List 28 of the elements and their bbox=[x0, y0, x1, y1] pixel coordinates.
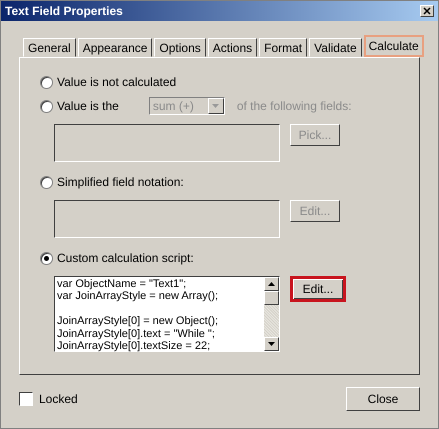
dropdown-arrow-icon bbox=[212, 104, 220, 108]
radio-button[interactable] bbox=[40, 252, 53, 264]
tab[interactable]: Validate bbox=[309, 38, 362, 57]
tab[interactable]: Actions bbox=[208, 38, 258, 57]
window-title: Text Field Properties bbox=[5, 4, 123, 18]
close-icon[interactable] bbox=[420, 5, 434, 17]
tab[interactable]: Options bbox=[154, 38, 206, 57]
radio-label: Simplified field notation: bbox=[57, 175, 184, 189]
checkbox[interactable] bbox=[19, 392, 33, 406]
script-text: var ObjectName = "Text1"; var JoinArrayStyle = new Array(); JoinArrayStyle[0] = new Object(); JoinArrayStyle[0].text = "While "; JoinArrayStyle[0].textSize = 22; bbox=[56, 277, 220, 351]
radio-button[interactable] bbox=[40, 76, 53, 88]
edit-button[interactable]: Edit... bbox=[290, 276, 346, 302]
radio-label: Custom calculation script: bbox=[57, 251, 194, 265]
fields-box[interactable] bbox=[54, 124, 280, 162]
tab[interactable]: General bbox=[23, 38, 76, 57]
fields-box[interactable] bbox=[54, 200, 280, 238]
radio-label: Value is not calculated bbox=[57, 75, 176, 89]
tab[interactable]: Appearance bbox=[78, 38, 152, 57]
scroll-bar[interactable] bbox=[264, 277, 279, 351]
radio-label: Value is the bbox=[57, 99, 119, 113]
script-box[interactable]: var ObjectName = "Text1"; var JoinArrayStyle = new Array(); JoinArrayStyle[0] = new Object(); JoinArrayStyle[0].text = "While "; JoinArrayStyle[0].textSize = 22; bbox=[54, 276, 280, 352]
tab[interactable]: Calculate bbox=[364, 35, 424, 57]
fields-label: of the following fields: bbox=[236, 99, 352, 113]
radio-button[interactable] bbox=[40, 100, 53, 112]
tab[interactable]: Format bbox=[259, 38, 308, 57]
close-button[interactable]: Close bbox=[346, 387, 420, 411]
radio-button[interactable] bbox=[40, 176, 53, 188]
checkbox-label: Locked bbox=[39, 392, 78, 406]
